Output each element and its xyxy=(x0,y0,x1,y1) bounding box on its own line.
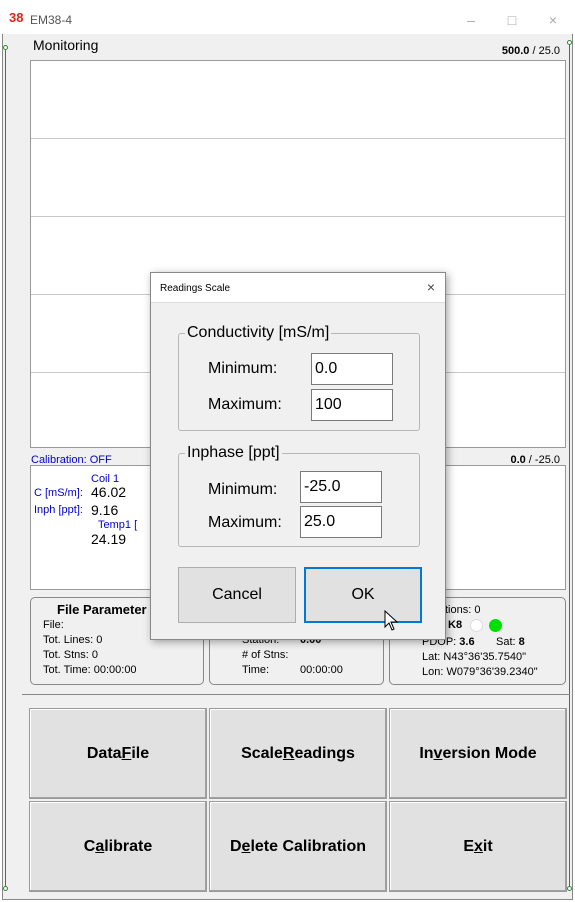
status-off-icon xyxy=(470,619,483,632)
main-button-grid: Data File Scale Readings In v ersion Mode … xyxy=(29,708,567,894)
upper-scale-readout: 500.0 / 25.0 xyxy=(501,45,560,57)
gps-mode: K8 xyxy=(448,619,463,631)
readings-scale-dialog: Readings Scale × Conductivity [mS/m] Min… xyxy=(150,272,446,640)
latitude: Lat: N43°36'35.7540" xyxy=(422,651,526,663)
status-on-icon xyxy=(489,619,502,632)
guide-line xyxy=(569,45,570,886)
corner-marker-icon xyxy=(567,886,572,891)
file-label: File: xyxy=(43,619,64,631)
cancel-button[interactable]: Cancel xyxy=(178,567,296,623)
divider xyxy=(22,694,570,695)
guide-line xyxy=(5,50,6,886)
conductivity-legend: Conductivity [mS/m] xyxy=(185,324,332,342)
inphase-max-label: Maximum: xyxy=(208,514,282,531)
inphase-group: Inphase [ppt] Minimum: Maximum: xyxy=(178,444,420,547)
time-label: Time: xyxy=(242,664,270,676)
mouse-cursor-icon xyxy=(384,610,399,631)
time-value: 00:00:00 xyxy=(300,664,343,676)
conductivity-min-label: Minimum: xyxy=(208,360,278,377)
ok-button[interactable]: OK xyxy=(304,567,422,623)
window-title: EM38-4 xyxy=(30,13,73,27)
conductivity-min-input[interactable] xyxy=(311,353,393,385)
temperature-label: Temp1 [ xyxy=(98,519,138,531)
longitude: Lon: W079°36'39.2340" xyxy=(422,666,538,678)
tot-stns: Tot. Stns: 0 xyxy=(43,649,99,661)
file-panel-title: File Parameter xyxy=(57,602,147,617)
positions-count: tions: 0 xyxy=(445,604,481,616)
conductivity-max-label: Maximum: xyxy=(208,396,282,413)
close-button[interactable]: × xyxy=(535,8,571,32)
conductivity-label: C [mS/m]: xyxy=(34,487,83,499)
inphase-min-label: Minimum: xyxy=(208,481,278,498)
exit-button[interactable]: Ex it xyxy=(389,801,567,892)
title-bar: 38 EM38-4 – □ × xyxy=(0,0,575,34)
inphase-label: Inph [ppt]: xyxy=(34,504,83,516)
inphase-min-input[interactable] xyxy=(300,471,382,503)
inversion-mode-button[interactable]: In v ersion Mode xyxy=(389,708,567,799)
scale-readings-button[interactable]: Scale Readings xyxy=(209,708,387,799)
conductivity-max-input[interactable] xyxy=(311,389,393,421)
dialog-title: Readings Scale xyxy=(160,283,231,294)
inphase-max-input[interactable] xyxy=(300,506,382,538)
minimize-button[interactable]: – xyxy=(453,8,489,32)
dialog-title-bar: Readings Scale × xyxy=(151,273,445,303)
delete-calibration-button[interactable]: De lete Calibration xyxy=(209,801,387,892)
tot-lines: Tot. Lines: 0 xyxy=(43,634,103,646)
monitoring-label: Monitoring xyxy=(33,37,99,53)
dialog-close-icon[interactable]: × xyxy=(427,279,435,295)
app-icon: 38 xyxy=(9,10,24,25)
tot-time: Tot. Time: 00:00:00 xyxy=(43,664,137,676)
num-stations-label: # of Stns: xyxy=(242,649,289,661)
inphase-legend: Inphase [ppt] xyxy=(185,444,282,462)
maximize-button[interactable]: □ xyxy=(494,8,530,32)
satellites-readout: Sat: 8 xyxy=(496,636,525,648)
temperature-value: 24.19 xyxy=(91,531,127,547)
corner-marker-icon xyxy=(3,886,8,891)
conductivity-group: Conductivity [mS/m] Minimum: Maximum: xyxy=(178,324,420,431)
inphase-value: 9.16 xyxy=(91,502,119,518)
data-file-button[interactable]: Data File xyxy=(29,708,207,799)
conductivity-value: 46.02 xyxy=(91,484,127,500)
calibrate-button[interactable]: Ca librate xyxy=(29,801,207,892)
